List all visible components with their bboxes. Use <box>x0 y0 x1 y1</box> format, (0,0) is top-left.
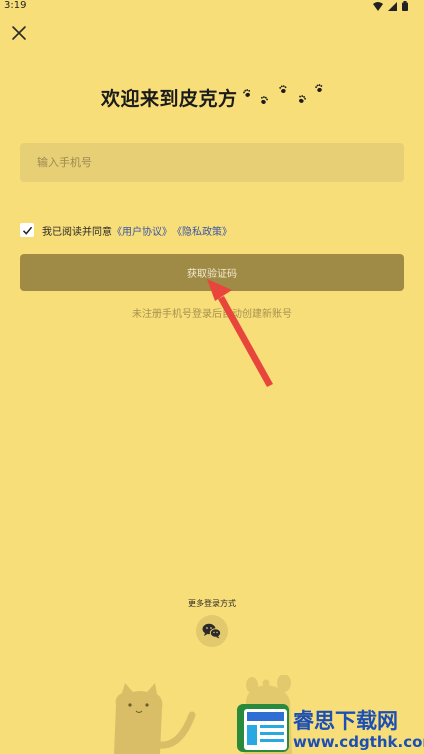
close-icon <box>12 26 26 40</box>
wechat-icon <box>202 623 222 639</box>
agree-checkbox[interactable] <box>20 223 34 237</box>
agree-label: 我已阅读并同意 <box>42 226 112 238</box>
check-icon <box>22 226 32 235</box>
get-code-label: 获取验证码 <box>187 269 237 280</box>
more-login-label: 更多登录方式 <box>188 599 236 608</box>
agreement-row: 我已阅读并同意 《用户协议》 《隐私政策》 <box>20 222 232 238</box>
watermark-title: 睿思下载网 <box>293 709 398 733</box>
phone-input[interactable] <box>20 143 404 182</box>
get-code-button[interactable]: 获取验证码 <box>20 254 404 291</box>
watermark-logo <box>237 704 289 752</box>
cat-illustration <box>114 683 196 754</box>
watermark: 睿思下载网 www.cdgthk.com <box>233 702 424 754</box>
status-icons <box>373 1 408 11</box>
page-title: 欢迎来到皮克方 <box>101 88 238 110</box>
paw-prints-icon <box>243 84 323 104</box>
status-bar: 3:19 <box>0 0 424 14</box>
title-row: 欢迎来到皮克方 <box>0 80 424 112</box>
signal-icon <box>388 1 397 11</box>
register-hint: 未注册手机号登录后自动创建新账号 <box>132 309 292 320</box>
watermark-url: www.cdgthk.com <box>293 733 424 751</box>
wifi-icon <box>373 1 383 11</box>
close-button[interactable] <box>8 22 30 44</box>
status-time: 3:19 <box>4 0 27 11</box>
user-agreement-link[interactable]: 《用户协议》 <box>112 223 172 238</box>
wechat-login-button[interactable] <box>196 615 228 647</box>
battery-icon <box>402 1 408 11</box>
privacy-policy-link[interactable]: 《隐私政策》 <box>172 223 232 238</box>
